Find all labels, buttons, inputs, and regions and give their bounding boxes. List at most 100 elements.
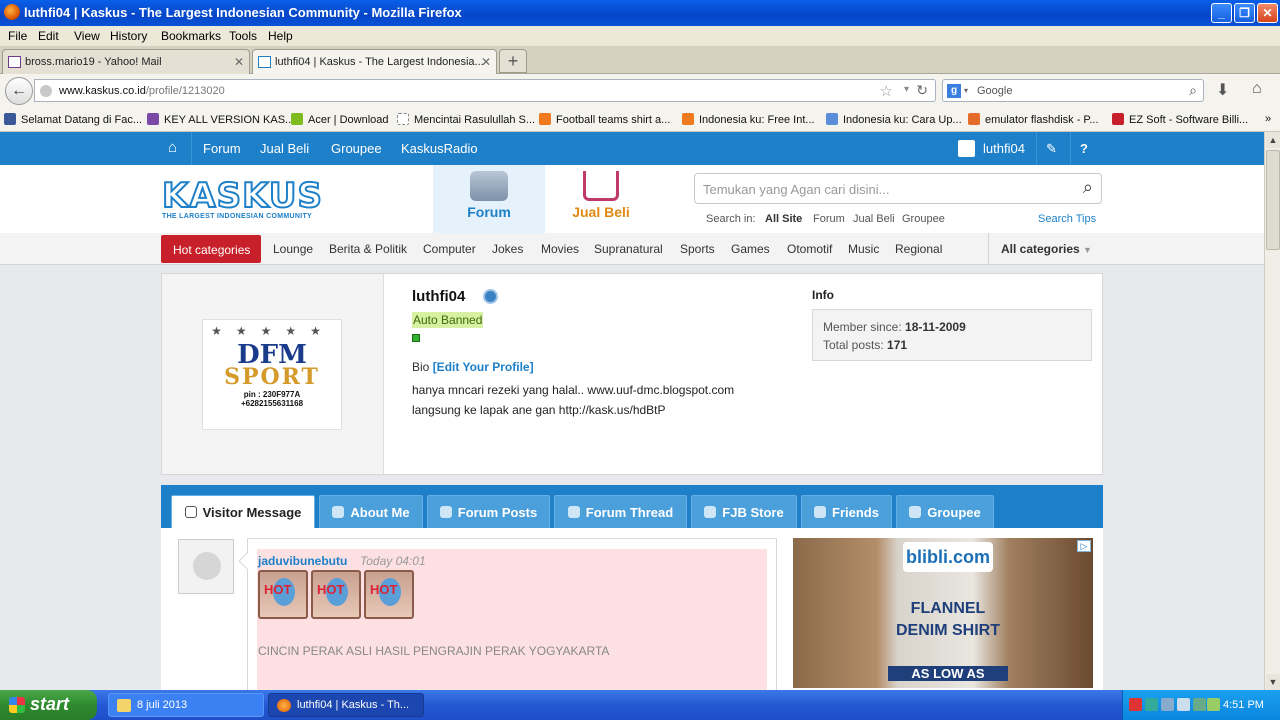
vertical-scrollbar[interactable]: ▲ ▼ <box>1264 132 1280 690</box>
category-computer[interactable]: Computer <box>423 242 476 256</box>
tray-icon[interactable] <box>1177 698 1190 711</box>
bookmark-item[interactable]: Selamat Datang di Fac... <box>4 113 142 126</box>
bookmark-item[interactable]: Mencintai Rasulullah S... <box>397 113 535 126</box>
help-icon[interactable]: ? <box>1080 141 1088 156</box>
user-icon <box>332 506 345 518</box>
tab-visitor-message[interactable]: Visitor Message <box>171 495 315 528</box>
forum-icon <box>470 171 508 201</box>
nav-forum[interactable]: Forum <box>203 141 241 156</box>
category-regional[interactable]: Regional <box>895 242 942 256</box>
nav-groupee[interactable]: Groupee <box>331 141 382 156</box>
adchoices-icon[interactable]: ▷ <box>1077 540 1091 552</box>
bookmark-item[interactable]: KEY ALL VERSION KAS... <box>147 113 294 126</box>
menu-help[interactable]: Help <box>268 29 293 43</box>
hot-categories-button[interactable]: Hot categories <box>161 235 261 263</box>
tab-groupee[interactable]: Groupee <box>896 495 994 528</box>
browser-search-box[interactable]: g ▾ Google ⌕ <box>942 79 1204 102</box>
category-lounge[interactable]: Lounge <box>273 242 313 256</box>
search-in-groupee[interactable]: Groupee <box>902 213 945 225</box>
network-icon[interactable] <box>1161 698 1174 711</box>
scroll-thumb[interactable] <box>1266 150 1280 250</box>
user-avatar-icon[interactable] <box>958 140 975 157</box>
tray-icon[interactable] <box>1193 698 1206 711</box>
home-icon[interactable]: ⌂ <box>168 139 177 156</box>
forum-tab[interactable]: Forum <box>433 165 545 233</box>
search-icon[interactable]: ⌕ <box>1189 82 1197 99</box>
close-button[interactable]: ✕ <box>1257 3 1278 23</box>
nav-kaskusradio[interactable]: KaskusRadio <box>401 141 478 156</box>
menu-history[interactable]: History <box>110 29 147 43</box>
category-berita-politik[interactable]: Berita & Politik <box>329 242 407 256</box>
tab-close-icon[interactable]: ✕ <box>234 55 244 69</box>
nav-jual-beli[interactable]: Jual Beli <box>260 141 309 156</box>
volume-icon[interactable] <box>1207 698 1220 711</box>
scroll-up-icon[interactable]: ▲ <box>1266 132 1280 148</box>
engine-dropdown-icon[interactable]: ▾ <box>964 86 968 95</box>
tab-forum-thread[interactable]: Forum Thread <box>554 495 687 528</box>
tab-fjb-store[interactable]: FJB Store <box>691 495 797 528</box>
bookmark-item[interactable]: emulator flashdisk - P... <box>968 113 1099 126</box>
all-categories-dropdown[interactable]: All categories ▼ <box>988 233 1102 265</box>
search-in-jual-beli[interactable]: Jual Beli <box>853 213 895 225</box>
tab-about-me[interactable]: About Me <box>319 495 423 528</box>
tray-icon[interactable] <box>1129 698 1142 711</box>
minimize-button[interactable]: _ <box>1211 3 1232 23</box>
windows-taskbar: start 8 juli 2013 luthfi04 | Kaskus - Th… <box>0 690 1280 720</box>
tab-close-icon[interactable]: ✕ <box>481 55 491 69</box>
scroll-down-icon[interactable]: ▼ <box>1266 674 1280 690</box>
new-tab-button[interactable]: + <box>499 49 527 73</box>
bookmark-star-icon[interactable]: ☆ <box>880 82 893 100</box>
taskbar-item-firefox[interactable]: luthfi04 | Kaskus - Th... <box>268 693 424 717</box>
bookmark-item[interactable]: Indonesia ku: Free Int... <box>682 113 815 126</box>
edit-profile-link[interactable]: [Edit Your Profile] <box>433 360 534 374</box>
bookmark-item[interactable]: Football teams shirt a... <box>539 113 670 126</box>
menu-tools[interactable]: Tools <box>229 29 257 43</box>
nav-username[interactable]: luthfi04 <box>983 141 1025 156</box>
search-in-forum[interactable]: Forum <box>813 213 845 225</box>
tray-icon[interactable] <box>1145 698 1158 711</box>
search-icon[interactable]: ⌕ <box>1083 177 1093 198</box>
search-in-all-site[interactable]: All Site <box>765 213 802 225</box>
search-tips-link[interactable]: Search Tips <box>1038 213 1096 225</box>
home-icon[interactable]: ⌂ <box>1252 80 1262 98</box>
kaskus-search-input[interactable]: Temukan yang Agan cari disini... ⌕ <box>694 173 1102 204</box>
tab-kaskus[interactable]: luthfi04 | Kaskus - The Largest Indonesi… <box>252 49 497 75</box>
history-dropdown-icon[interactable]: ▾ <box>904 84 909 95</box>
taskbar-item-folder[interactable]: 8 juli 2013 <box>108 693 264 717</box>
category-movies[interactable]: Movies <box>541 242 579 256</box>
edit-pencil-icon[interactable]: ✎ <box>1046 141 1057 157</box>
message-author-link[interactable]: jaduvibunebutu <box>258 554 347 568</box>
tab-yahoo-mail[interactable]: bross.mario19 - Yahoo! Mail ✕ <box>2 49 250 74</box>
category-games[interactable]: Games <box>731 242 770 256</box>
address-url[interactable]: www.kaskus.co.id/profile/1213020 <box>59 85 225 97</box>
bookmarks-overflow-icon[interactable]: » <box>1265 113 1271 125</box>
reload-icon[interactable]: ↻ <box>916 82 928 99</box>
tab-forum-posts[interactable]: Forum Posts <box>427 495 550 528</box>
profile-tabs-panel: Visitor Message About Me Forum Posts For… <box>161 485 1103 690</box>
back-button[interactable]: ← <box>5 77 33 105</box>
address-bar[interactable]: www.kaskus.co.id/profile/1213020 ☆ ▾ ↻ <box>34 79 936 102</box>
kaskus-logo[interactable]: KASKUS THE LARGEST INDONESIAN COMMUNITY <box>161 178 342 220</box>
google-icon[interactable]: g <box>947 84 961 98</box>
bookmark-item[interactable]: Acer | Download <box>291 113 389 126</box>
category-supranatural[interactable]: Supranatural <box>594 242 663 256</box>
firefox-icon <box>277 699 291 712</box>
bookmark-item[interactable]: Indonesia ku: Cara Up... <box>826 113 962 126</box>
jual-beli-tab[interactable]: Jual Beli <box>545 165 657 233</box>
category-music[interactable]: Music <box>848 242 879 256</box>
bookmark-item[interactable]: EZ Soft - Software Billi... <box>1112 113 1248 126</box>
menu-file[interactable]: File <box>8 29 27 43</box>
tab-friends[interactable]: Friends <box>801 495 892 528</box>
ad-brand-logo: blibli.com <box>903 542 993 572</box>
blibli-ad-banner[interactable]: blibli.com FLANNEL DENIM SHIRT AS LOW AS… <box>793 538 1093 688</box>
start-button[interactable]: start <box>0 690 97 720</box>
menu-bookmarks[interactable]: Bookmarks <box>161 29 221 43</box>
maximize-button[interactable]: ❐ <box>1234 3 1255 23</box>
download-icon[interactable]: ⬇ <box>1216 80 1229 100</box>
menu-view[interactable]: View <box>74 29 100 43</box>
category-sports[interactable]: Sports <box>680 242 715 256</box>
category-jokes[interactable]: Jokes <box>492 242 523 256</box>
visitor-avatar[interactable] <box>178 539 234 594</box>
category-otomotif[interactable]: Otomotif <box>787 242 832 256</box>
menu-edit[interactable]: Edit <box>38 29 59 43</box>
